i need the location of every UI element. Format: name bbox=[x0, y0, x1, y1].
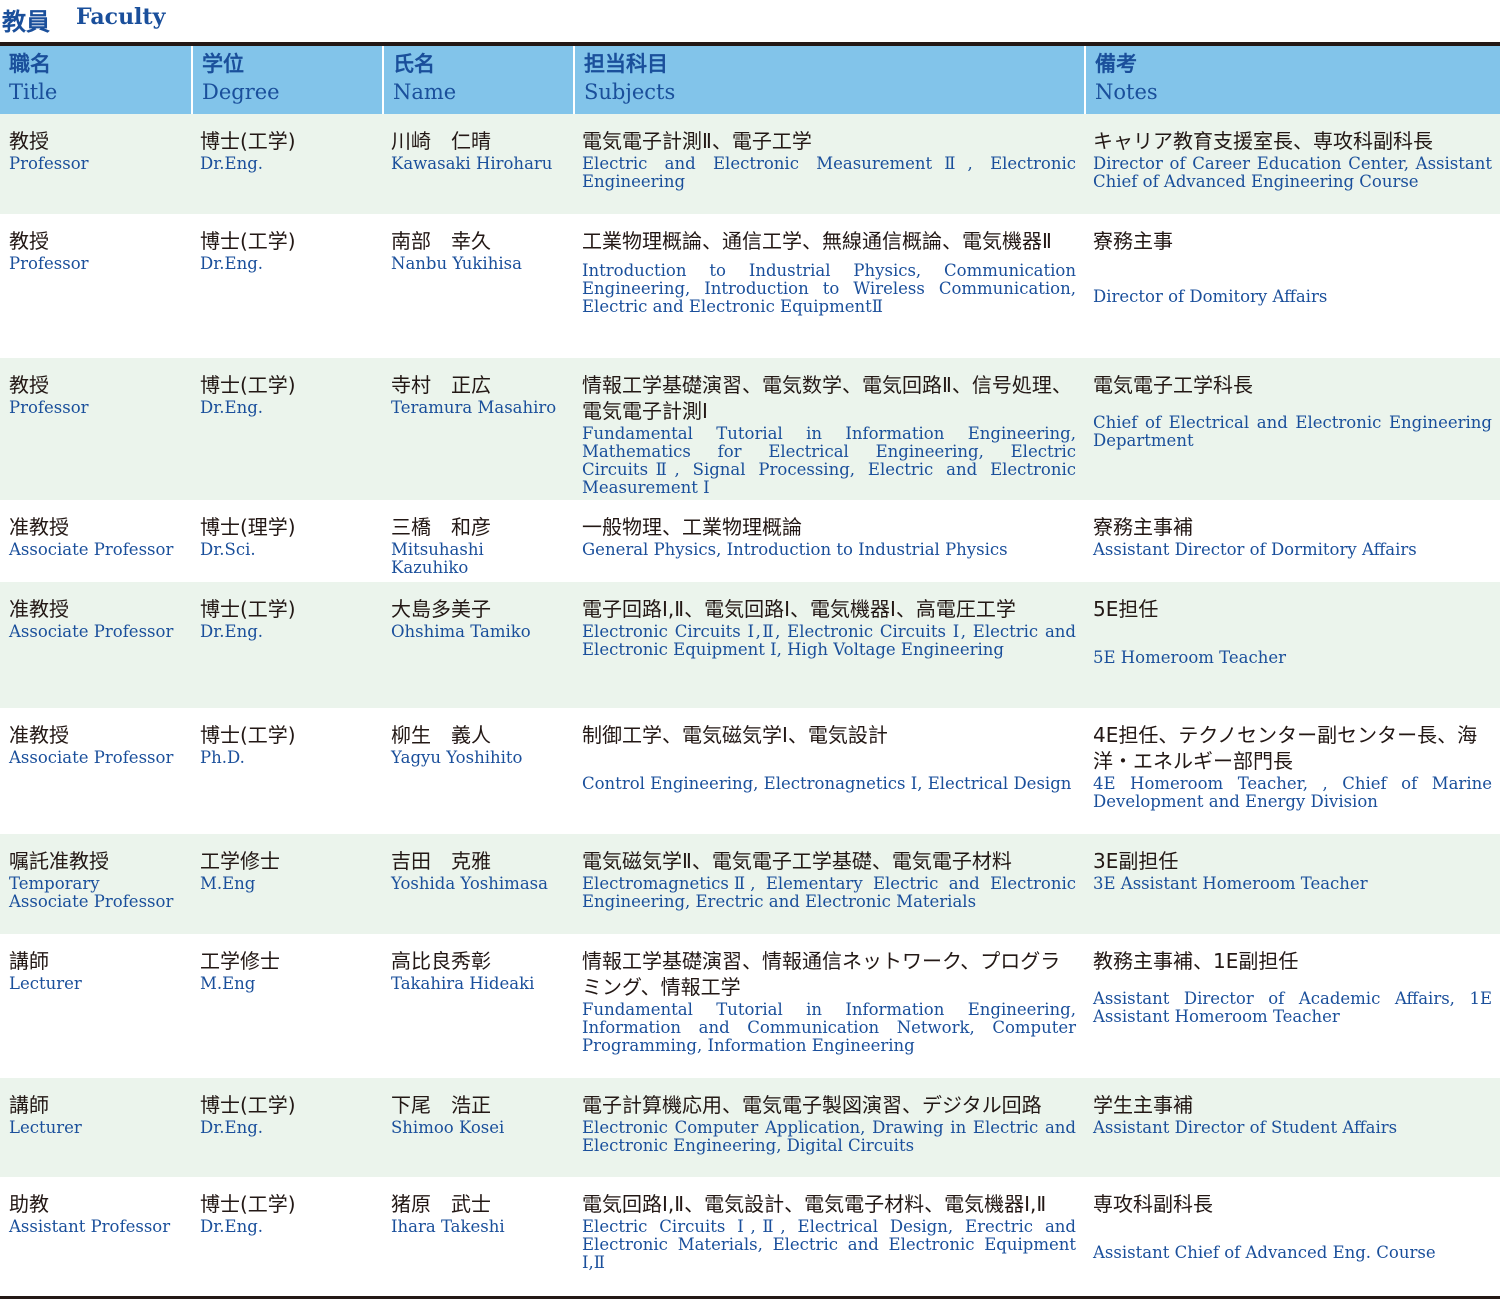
cell-title: 講師 Lecturer bbox=[0, 1078, 191, 1177]
cell-name: 吉田 克雅 Yoshida Yoshimasa bbox=[382, 834, 573, 934]
header-notes: 備考 Notes bbox=[1084, 46, 1500, 114]
cell-degree: 工学修士 M.Eng bbox=[191, 834, 382, 934]
section-heading: 教員 Faculty bbox=[0, 0, 1500, 40]
cell-title: 教授 Professor bbox=[0, 214, 191, 358]
cell-degree: 博士(工学) Dr.Eng. bbox=[191, 358, 382, 500]
section-title-jp: 教員 bbox=[2, 8, 50, 36]
table-row: 嘱託准教授 Temporary Associate Professor 工学修士 M… bbox=[0, 834, 1500, 934]
cell-degree: 博士(理学) Dr.Sci. bbox=[191, 500, 382, 582]
cell-name: 川崎 仁晴 Kawasaki Hiroharu bbox=[382, 114, 573, 214]
cell-subjects: 電気磁気学Ⅱ、電気電子工学基礎、電気電子材料 ElectromagneticsⅡ,… bbox=[573, 834, 1084, 934]
cell-name: 猪原 武士 Ihara Takeshi bbox=[382, 1177, 573, 1299]
cell-name: 寺村 正広 Teramura Masahiro bbox=[382, 358, 573, 500]
cell-title: 准教授 Associate Professor bbox=[0, 500, 191, 582]
cell-notes: 電気電子工学科長 Chief of Electrical and Electron… bbox=[1084, 358, 1500, 500]
cell-subjects: 電気電子計測Ⅱ、電子工学 Electric and Electronic Meas… bbox=[573, 114, 1084, 214]
cell-title: 嘱託准教授 Temporary Associate Professor bbox=[0, 834, 191, 934]
header-name: 氏名 Name bbox=[382, 46, 573, 114]
cell-subjects: 電子計算機応用、電気電子製図演習、デジタル回路 Electronic Comput… bbox=[573, 1078, 1084, 1177]
cell-subjects: 電気回路Ⅰ,Ⅱ、電気設計、電気電子材料、電気機器Ⅰ,Ⅱ Electric Circ… bbox=[573, 1177, 1084, 1299]
cell-subjects: 情報工学基礎演習、電気数学、電気回路Ⅱ、信号処理、電気電子計測Ⅰ Fundamen… bbox=[573, 358, 1084, 500]
table-row: 講師 Lecturer 博士(工学) Dr.Eng. 下尾 浩正 Shimoo Kos… bbox=[0, 1078, 1500, 1177]
cell-notes: 寮務主事補 Assistant Director of Dormitory Aff… bbox=[1084, 500, 1500, 582]
cell-title: 准教授 Associate Professor bbox=[0, 708, 191, 834]
table-row: 教授 Professor 博士(工学) Dr.Eng. 寺村 正広 Teramura … bbox=[0, 358, 1500, 500]
table-row: 准教授 Associate Professor 博士(工学) Ph.D. 柳生 義人… bbox=[0, 708, 1500, 834]
cell-name: 三橋 和彦 Mitsuhashi Kazuhiko bbox=[382, 500, 573, 582]
cell-title: 准教授 Associate Professor bbox=[0, 582, 191, 708]
cell-name: 南部 幸久 Nanbu Yukihisa bbox=[382, 214, 573, 358]
table-row: 准教授 Associate Professor 博士(理学) Dr.Sci. 三橋 … bbox=[0, 500, 1500, 582]
cell-name: 高比良秀彰 Takahira Hideaki bbox=[382, 934, 573, 1078]
cell-subjects: 一般物理、工業物理概論 General Physics, Introduction… bbox=[573, 500, 1084, 582]
cell-degree: 博士(工学) Dr.Eng. bbox=[191, 582, 382, 708]
cell-notes: 学生主事補 Assistant Director of Student Affai… bbox=[1084, 1078, 1500, 1177]
cell-notes: キャリア教育支援室長、専攻科副科長 Director of Career Educ… bbox=[1084, 114, 1500, 214]
cell-title: 教授 Professor bbox=[0, 358, 191, 500]
cell-subjects: 制御工学、電気磁気学Ⅰ、電気設計 Control Engineering, Ele… bbox=[573, 708, 1084, 834]
section-title-en: Faculty bbox=[76, 4, 166, 30]
cell-title: 助教 Assistant Professor bbox=[0, 1177, 191, 1299]
header-subjects: 担当科目 Subjects bbox=[573, 46, 1084, 114]
faculty-table: 職名 Title 学位 Degree 氏名 Name 担当科目 Subjects 備考 N… bbox=[0, 46, 1500, 1299]
cell-notes: 教務主事補、1E副担任 Assistant Director of Academi… bbox=[1084, 934, 1500, 1078]
table-row: 准教授 Associate Professor 博士(工学) Dr.Eng. 大島多… bbox=[0, 582, 1500, 708]
cell-notes: 寮務主事 Director of Domitory Affairs bbox=[1084, 214, 1500, 358]
table-header: 職名 Title 学位 Degree 氏名 Name 担当科目 Subjects 備考 N… bbox=[0, 46, 1500, 114]
cell-name: 柳生 義人 Yagyu Yoshihito bbox=[382, 708, 573, 834]
cell-title: 教授 Professor bbox=[0, 114, 191, 214]
table-row: 助教 Assistant Professor 博士(工学) Dr.Eng. 猪原 武… bbox=[0, 1177, 1500, 1299]
cell-degree: 工学修士 M.Eng bbox=[191, 934, 382, 1078]
header-title: 職名 Title bbox=[0, 46, 191, 114]
cell-degree: 博士(工学) Dr.Eng. bbox=[191, 1177, 382, 1299]
table-row: 教授 Professor 博士(工学) Dr.Eng. 南部 幸久 Nanbu Yuk… bbox=[0, 214, 1500, 358]
cell-notes: 専攻科副科長 Assistant Chief of Advanced Eng. C… bbox=[1084, 1177, 1500, 1299]
cell-title: 講師 Lecturer bbox=[0, 934, 191, 1078]
cell-degree: 博士(工学) Dr.Eng. bbox=[191, 214, 382, 358]
cell-name: 下尾 浩正 Shimoo Kosei bbox=[382, 1078, 573, 1177]
cell-degree: 博士(工学) Dr.Eng. bbox=[191, 114, 382, 214]
cell-subjects: 情報工学基礎演習、情報通信ネットワーク、プログラミング、情報工学 Fundamen… bbox=[573, 934, 1084, 1078]
header-degree: 学位 Degree bbox=[191, 46, 382, 114]
cell-degree: 博士(工学) Ph.D. bbox=[191, 708, 382, 834]
cell-notes: 5E担任 5E Homeroom Teacher bbox=[1084, 582, 1500, 708]
table-row: 講師 Lecturer 工学修士 M.Eng 高比良秀彰 Takahira Hidea… bbox=[0, 934, 1500, 1078]
cell-degree: 博士(工学) Dr.Eng. bbox=[191, 1078, 382, 1177]
cell-notes: 3E副担任 3E Assistant Homeroom Teacher bbox=[1084, 834, 1500, 934]
cell-name: 大島多美子 Ohshima Tamiko bbox=[382, 582, 573, 708]
cell-subjects: 電子回路Ⅰ,Ⅱ、電気回路Ⅰ、電気機器Ⅰ、高電圧工学 Electronic Circ… bbox=[573, 582, 1084, 708]
cell-subjects: 工業物理概論、通信工学、無線通信概論、電気機器Ⅱ Introduction to … bbox=[573, 214, 1084, 358]
table-row: 教授 Professor 博士(工学) Dr.Eng. 川崎 仁晴 Kawasaki … bbox=[0, 114, 1500, 214]
cell-notes: 4E担任、テクノセンター副センター長、海洋・エネルギー部門長 4E Homeroo… bbox=[1084, 708, 1500, 834]
